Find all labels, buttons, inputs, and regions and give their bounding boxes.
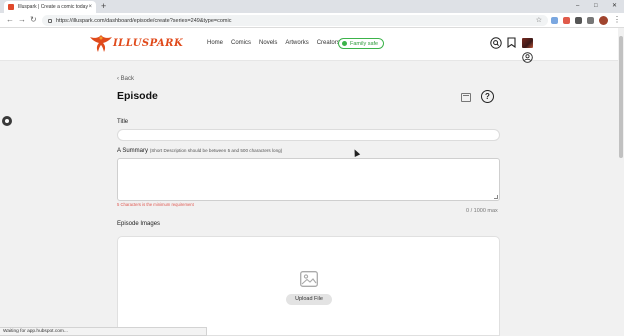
back-chevron-icon: ‹ — [117, 76, 119, 82]
main-nav: Home Comics Novels Artworks Creators — [207, 40, 340, 46]
extension-icon[interactable] — [563, 17, 570, 24]
back-label: Back — [120, 76, 135, 82]
menu-kebab-icon[interactable]: ⋮ — [613, 15, 621, 25]
browser-toolbar: ← → ↻ https://illuspark.com/dashboard/ep… — [0, 13, 624, 28]
title-input[interactable] — [117, 129, 500, 141]
lock-icon — [48, 18, 52, 23]
nav-creators[interactable]: Creators — [317, 40, 340, 46]
search-icon[interactable] — [490, 37, 502, 49]
summary-hint: (Short Description should be between 5 a… — [149, 148, 283, 153]
family-safe-toggle[interactable]: Family safe — [338, 38, 385, 49]
title-label: Title — [117, 119, 129, 125]
maximize-button[interactable]: □ — [594, 1, 598, 11]
calendar-icon[interactable] — [461, 93, 471, 102]
toggle-dot-icon — [342, 41, 347, 46]
page-title: Episode — [117, 90, 158, 102]
phoenix-logo-icon — [90, 35, 112, 52]
site-logo[interactable]: ILLUSPARK — [90, 33, 183, 53]
image-dropzone[interactable]: Upload File — [117, 236, 500, 336]
extension-icon[interactable] — [575, 17, 582, 24]
bookmark-icon[interactable] — [507, 37, 516, 48]
user-avatar[interactable] — [522, 38, 533, 48]
extension-icon[interactable] — [551, 17, 558, 24]
character-counter: 0 / 1000 max — [466, 208, 498, 214]
nav-novels[interactable]: Novels — [259, 40, 277, 46]
summary-textarea[interactable] — [117, 158, 500, 201]
browser-tabstrip: Illuspark | Create a comic today × + – □… — [0, 0, 624, 13]
family-safe-label: Family safe — [350, 40, 379, 47]
bookmark-star-icon[interactable]: ☆ — [536, 16, 542, 24]
window-close-button[interactable]: ✕ — [612, 1, 617, 11]
browser-tab[interactable]: Illuspark | Create a comic today × — [4, 1, 96, 13]
site-header: ILLUSPARK Home Comics Novels Artworks Cr… — [0, 28, 618, 63]
tab-close-icon[interactable]: × — [88, 4, 92, 10]
tab-title: Illuspark | Create a comic today — [18, 4, 88, 10]
help-icon[interactable]: ? — [481, 90, 494, 103]
address-bar[interactable]: https://illuspark.com/dashboard/episode/… — [42, 15, 548, 26]
nav-artworks[interactable]: Artworks — [285, 40, 308, 46]
site-favicon-icon — [8, 4, 14, 10]
resize-handle-icon[interactable] — [494, 195, 498, 199]
episode-images-label: Episode Images — [117, 221, 161, 227]
upload-file-button[interactable]: Upload File — [286, 294, 332, 305]
nav-home[interactable]: Home — [207, 40, 223, 46]
summary-label: A Summary (Short Description should be b… — [117, 148, 282, 154]
reload-icon[interactable]: ↻ — [30, 15, 37, 25]
new-tab-button[interactable]: + — [101, 1, 106, 12]
floating-widget-icon[interactable] — [2, 116, 12, 126]
minimize-button[interactable]: – — [576, 1, 579, 11]
summary-label-text: A Summary — [117, 148, 149, 154]
browser-status-bar: Waiting for app.hubspot.com... — [0, 327, 207, 336]
nav-comics[interactable]: Comics — [231, 40, 251, 46]
puzzle-icon[interactable] — [587, 17, 594, 24]
back-link[interactable]: ‹ Back — [117, 76, 134, 82]
forward-arrow-icon[interactable]: → — [18, 15, 26, 25]
episode-form: ‹ Back Episode ? Title A Summary (Short … — [0, 62, 618, 336]
back-arrow-icon[interactable]: ← — [6, 15, 14, 25]
profile-avatar[interactable] — [599, 16, 608, 25]
scrollbar-thumb[interactable] — [619, 36, 623, 158]
logo-wordmark: ILLUSPARK — [113, 37, 184, 49]
image-icon — [300, 271, 318, 287]
url-text: https://illuspark.com/dashboard/episode/… — [56, 17, 232, 24]
summary-error: 5 Characters is the minimum requirement — [117, 202, 194, 207]
